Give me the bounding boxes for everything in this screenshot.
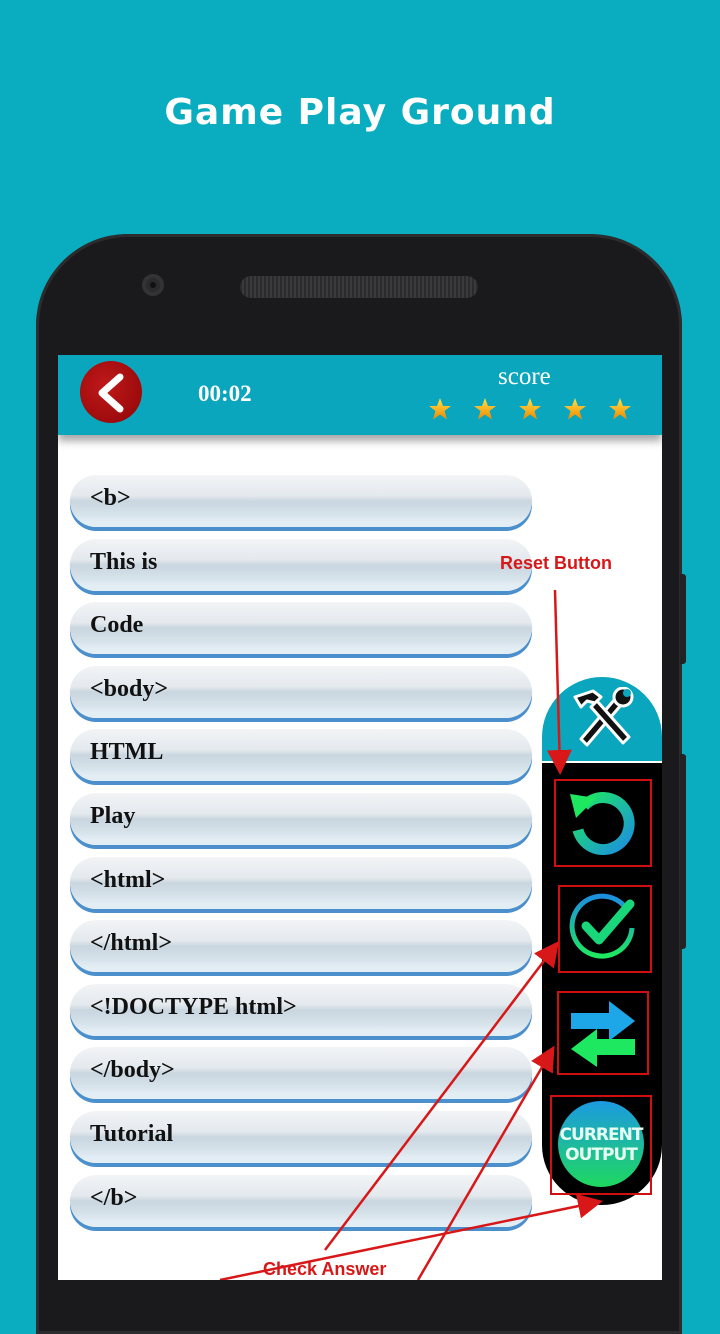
reset-arrow	[546, 589, 572, 775]
swap-arrow	[416, 1045, 555, 1280]
output-arrow	[219, 1193, 603, 1280]
check-arrow	[324, 941, 560, 1251]
annotation-arrows	[219, 589, 603, 1280]
